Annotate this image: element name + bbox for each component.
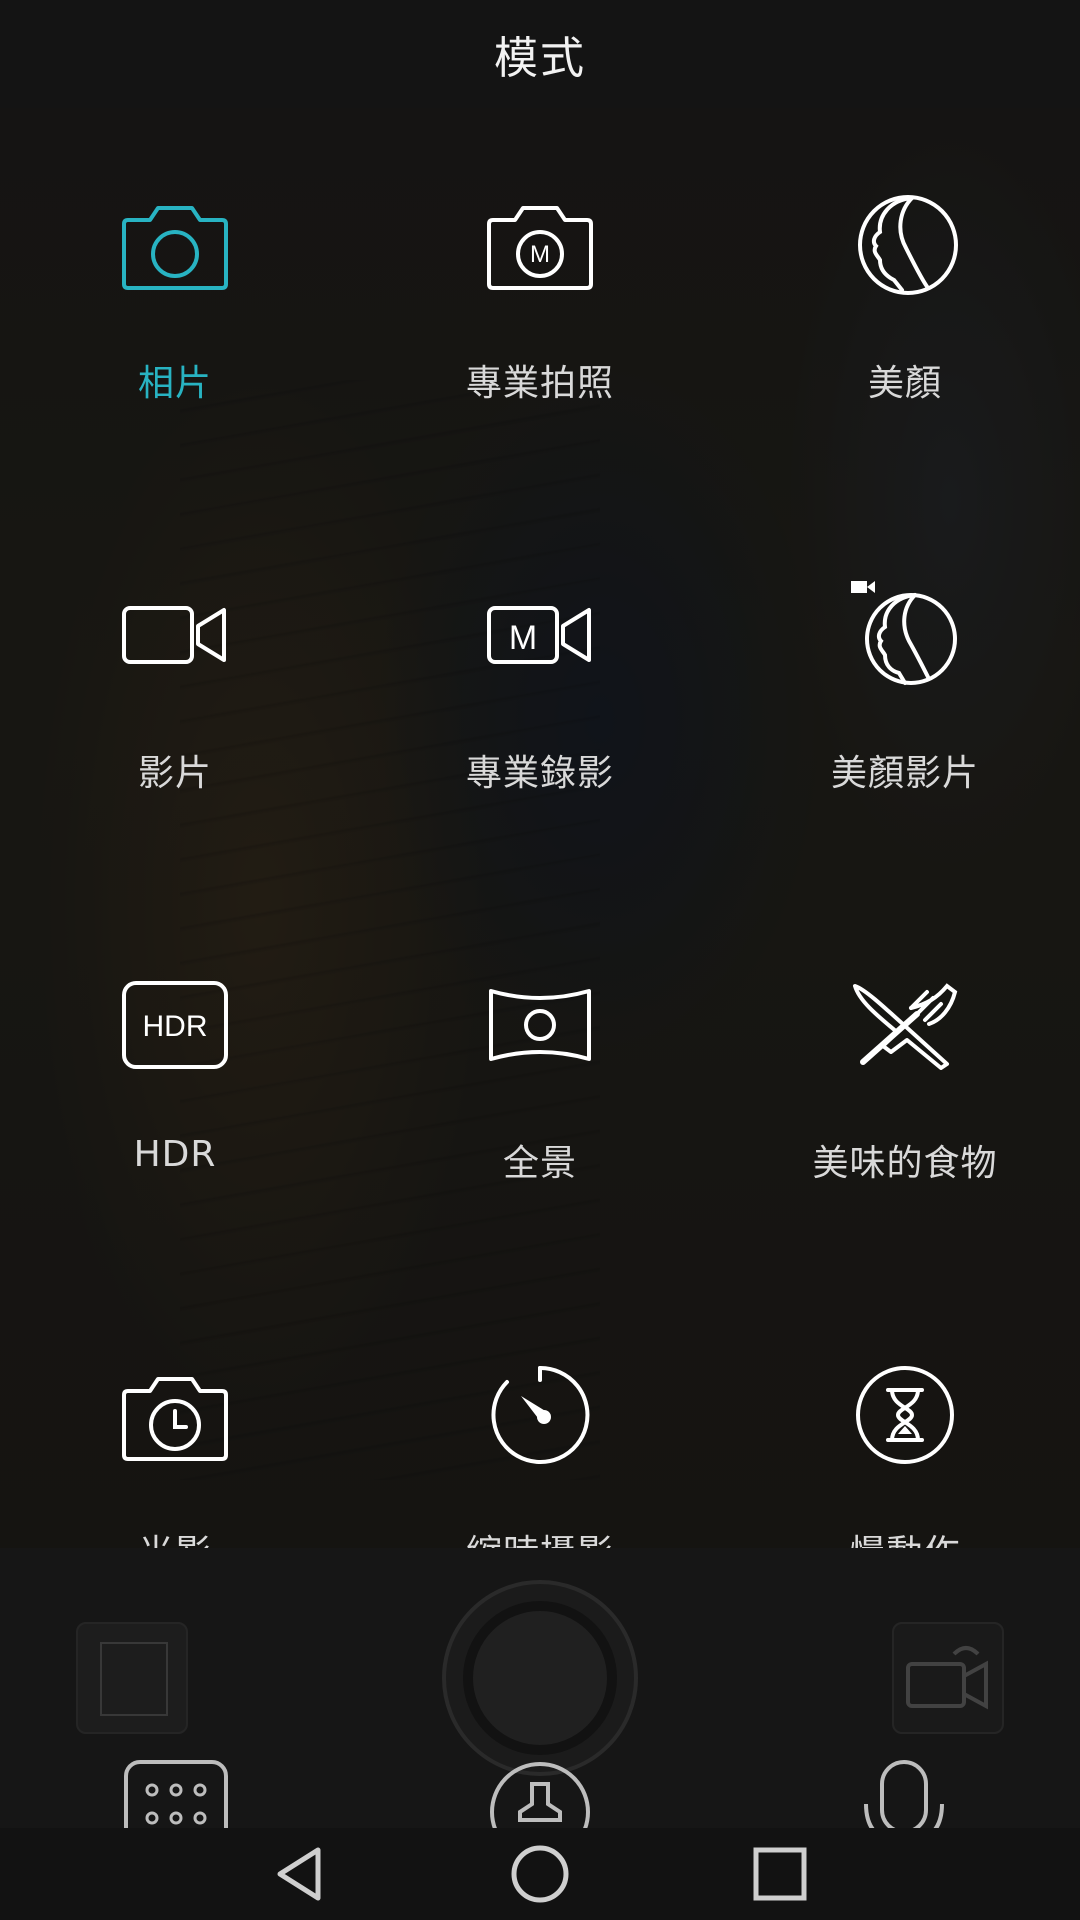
face-icon xyxy=(840,180,970,310)
back-button[interactable] xyxy=(268,1842,332,1906)
mode-food[interactable]: 美味的食物 xyxy=(755,888,1055,1188)
mode-pro-photo[interactable]: M 專業拍照 xyxy=(390,108,690,408)
switch-camera-button[interactable] xyxy=(892,1622,1004,1734)
voice-button[interactable] xyxy=(852,1760,956,1830)
mode-panorama[interactable]: 全景 xyxy=(390,888,690,1188)
thumbnail-image xyxy=(100,1642,168,1716)
camera-controls-bar xyxy=(0,1548,1080,1830)
pro-video-icon: M xyxy=(475,570,605,700)
mode-pro-video[interactable]: M 專業錄影 xyxy=(390,498,690,798)
mode-light-painting[interactable]: 光影 xyxy=(25,1278,325,1578)
gallery-thumbnail[interactable] xyxy=(76,1622,188,1734)
page-title: 模式 xyxy=(494,33,586,84)
home-icon xyxy=(511,1845,569,1903)
shutter-inner-ring xyxy=(463,1601,617,1755)
mode-slow-motion[interactable]: 慢動作 xyxy=(755,1278,1055,1578)
mode-label: 美顏影片 xyxy=(830,753,979,794)
mode-label: 專業拍照 xyxy=(465,363,614,404)
hdr-icon: HDR xyxy=(110,960,240,1090)
mode-video[interactable]: 影片 xyxy=(25,498,325,798)
mode-label: 美顏 xyxy=(867,363,942,404)
food-icon xyxy=(840,960,970,1090)
grid-icon xyxy=(124,1760,228,1830)
mode-label: 全景 xyxy=(502,1143,577,1184)
panorama-icon xyxy=(475,960,605,1090)
microphone-icon xyxy=(864,1760,944,1830)
pro-letter: M xyxy=(530,241,550,268)
mode-grid: 相片 M 專業拍照 美顏 影片 M 專業錄影 美顏影片 HDR HDR 全景 美… xyxy=(0,108,1080,1574)
mode-label: 相片 xyxy=(137,363,212,404)
stamp-button[interactable] xyxy=(488,1760,592,1830)
mode-beauty[interactable]: 美顏 xyxy=(755,108,1055,408)
video-camera-icon xyxy=(110,570,240,700)
recents-icon xyxy=(753,1847,807,1901)
mode-header: 模式 xyxy=(0,0,1080,108)
pro-camera-icon: M xyxy=(475,180,605,310)
system-navigation-bar xyxy=(0,1828,1080,1920)
mode-label: 影片 xyxy=(137,753,212,794)
back-icon xyxy=(277,1847,321,1901)
switch-camera-icon xyxy=(906,1646,988,1710)
slow-motion-icon xyxy=(840,1350,970,1480)
stamp-icon xyxy=(490,1762,590,1830)
mode-beauty-video[interactable]: 美顏影片 xyxy=(755,498,1055,798)
more-modes-button[interactable] xyxy=(124,1760,228,1830)
mode-label: 美味的食物 xyxy=(812,1143,998,1184)
hdr-icon-text: HDR xyxy=(143,1010,208,1043)
mode-label: HDR xyxy=(133,1134,217,1175)
mode-time-lapse[interactable]: 縮時攝影 xyxy=(390,1278,690,1578)
mode-photo[interactable]: 相片 xyxy=(25,108,325,408)
home-button[interactable] xyxy=(508,1842,572,1906)
light-painting-icon xyxy=(110,1350,240,1480)
shutter-button[interactable] xyxy=(442,1580,638,1776)
mode-label: 專業錄影 xyxy=(465,753,614,794)
beauty-video-icon xyxy=(840,570,970,700)
recents-button[interactable] xyxy=(748,1842,812,1906)
pro-letter: M xyxy=(509,619,537,657)
time-lapse-icon xyxy=(475,1350,605,1480)
mode-hdr[interactable]: HDR HDR xyxy=(25,888,325,1188)
camera-icon xyxy=(110,180,240,310)
